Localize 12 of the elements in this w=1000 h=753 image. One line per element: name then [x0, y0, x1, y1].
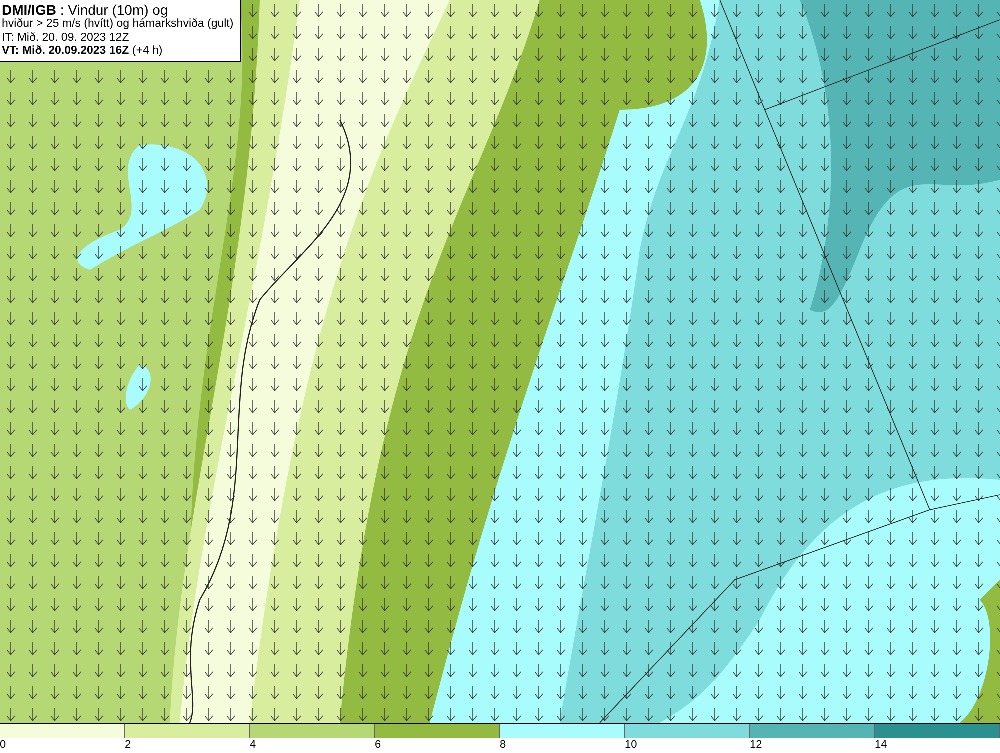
legend-tick-label: 12	[750, 739, 762, 751]
title-line: hviður > 25 m/s (hvítt) og hámarkshviða (gult)	[2, 18, 234, 32]
title-line: DMI/IGB : Vindur (10m) og	[2, 2, 170, 18]
legend-tick-label: 0	[0, 739, 6, 751]
title-line: IT: Mið. 20. 09. 2023 12Z	[2, 32, 130, 45]
legend-tick-label: 6	[375, 739, 382, 751]
legend-tick-label: 10	[625, 739, 638, 751]
legend-tick-label: 4	[250, 739, 256, 751]
legend-tick-label: 2	[125, 739, 132, 751]
legend-tick-label: 8	[500, 739, 506, 751]
title-line: VT: Mið. 20.09.2023 16Z (+4 h)	[2, 45, 164, 58]
legend-tick-label: 14	[875, 739, 888, 751]
